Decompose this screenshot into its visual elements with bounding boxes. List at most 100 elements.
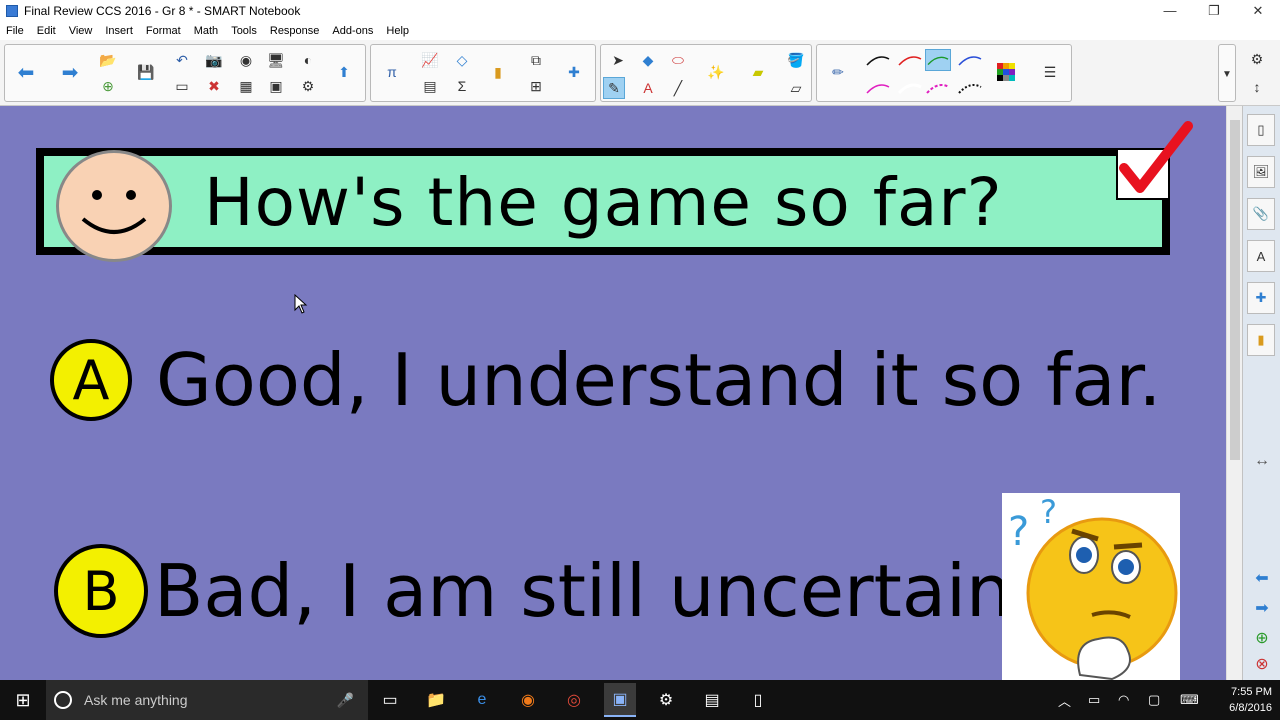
menu-edit[interactable]: Edit (37, 25, 56, 37)
gallery-tab-icon[interactable]: 🖼 (1247, 156, 1275, 188)
pen-style-black-dotted[interactable] (957, 77, 983, 99)
pen-style-white[interactable] (897, 77, 923, 99)
menu-insert[interactable]: Insert (105, 25, 133, 37)
pen-style-blue[interactable] (957, 49, 983, 71)
slide-canvas[interactable]: How's the game so far? A Good, I underst… (0, 106, 1226, 680)
pen-style-magenta[interactable] (865, 77, 891, 99)
screen-capture-icon[interactable]: ⧉ (525, 49, 547, 71)
gallery-icon[interactable]: ◉ (235, 49, 257, 71)
color-palette-icon[interactable] (995, 61, 1017, 83)
menu-tools[interactable]: Tools (231, 25, 257, 37)
minimize-button[interactable]: — (1148, 0, 1192, 21)
pen-type-icon[interactable]: ✏ (827, 61, 849, 83)
system-clock[interactable]: 7:55 PM 6/8/2016 (1229, 684, 1272, 716)
properties-tab-icon[interactable]: A (1247, 240, 1275, 272)
toolbar-group-insert: π 📈 ▤ ◇ Σ ▮ ⧉ ⊞ ✚ (370, 44, 596, 102)
line-style-icon[interactable]: ☰ (1039, 61, 1061, 83)
previous-page-icon[interactable]: ⬅ (1243, 568, 1280, 588)
shape-icon[interactable]: ◇ (451, 49, 473, 71)
forward-arrow-icon[interactable]: ➡ (59, 61, 81, 84)
camera-icon[interactable]: 📷 (203, 49, 225, 71)
pens-icon[interactable]: ✎ (603, 77, 625, 99)
pen-style-magenta-dashed[interactable] (925, 77, 951, 99)
page-sorter-icon[interactable]: ▯ (1247, 114, 1275, 146)
firefox-icon[interactable]: ◉ (514, 686, 542, 714)
highlighter-icon[interactable]: ▰ (747, 61, 769, 83)
pen-style-red[interactable] (897, 49, 923, 71)
close-button[interactable]: ✕ (1236, 0, 1280, 21)
chevron-down-icon[interactable]: ▼ (1216, 63, 1238, 85)
question-banner: How's the game so far? (36, 148, 1170, 262)
smart-notebook-taskbar-icon[interactable]: ▣ (604, 683, 636, 717)
keyboard-icon[interactable]: ⌨ (1180, 680, 1199, 720)
share-icon[interactable]: ⬆ (333, 61, 355, 83)
calculator-icon[interactable]: ▯ (744, 686, 772, 714)
page-add-icon[interactable]: ⊞ (525, 75, 547, 97)
menu-view[interactable]: View (69, 25, 93, 37)
undo-icon[interactable]: ↶ (171, 49, 193, 71)
graph-icon[interactable]: 📈 (419, 49, 441, 71)
pen-style-green-selected[interactable] (925, 49, 951, 71)
table-insert-icon[interactable]: ▤ (419, 75, 441, 97)
select-arrow-icon[interactable]: ➤ (607, 49, 629, 71)
file-explorer-icon[interactable]: 📁 (422, 686, 450, 714)
table-icon[interactable]: ▦ (235, 75, 257, 97)
edge-browser-icon[interactable]: e (468, 686, 496, 714)
task-view-icon[interactable]: ▭ (376, 686, 404, 714)
settings-gear-icon[interactable]: ⚙ (1246, 48, 1268, 70)
properties-icon[interactable]: ⚙ (297, 75, 319, 97)
menu-format[interactable]: Format (146, 25, 181, 37)
text-tool-icon[interactable]: A (637, 77, 659, 99)
menu-response[interactable]: Response (270, 25, 320, 37)
microphone-icon[interactable]: 🎤 (337, 692, 354, 709)
smart-tools-icon[interactable]: ⚙ (652, 686, 680, 714)
open-folder-icon[interactable]: 📂 (97, 49, 119, 71)
line-tool-icon[interactable]: ╱ (667, 77, 689, 99)
eraser-icon[interactable]: ⬭ (667, 49, 689, 71)
magic-pen-icon[interactable]: ✨ (705, 61, 727, 83)
document-camera-icon[interactable]: ▣ (265, 75, 287, 97)
next-page-icon[interactable]: ➡ (1243, 598, 1280, 618)
back-arrow-icon[interactable]: ⬅ (15, 61, 37, 84)
display-icon[interactable]: 🖥 (265, 49, 287, 71)
panel-resize-icon[interactable]: ↔ (1243, 452, 1280, 470)
windows-start-icon[interactable]: ⊞ (0, 680, 46, 720)
smart-recorder-icon[interactable]: ▤ (698, 686, 726, 714)
attachments-icon[interactable]: 📎 (1247, 198, 1275, 230)
battery-icon[interactable]: ▭ (1088, 680, 1100, 720)
shapes-tool-icon[interactable]: ◆ (637, 49, 659, 71)
vertical-scrollbar[interactable] (1226, 106, 1242, 680)
restore-button[interactable]: ❐ (1192, 0, 1236, 21)
menu-help[interactable]: Help (386, 25, 409, 37)
record-icon[interactable]: ◐ (297, 49, 319, 71)
screen-shade-icon[interactable]: ▭ (171, 75, 193, 97)
wifi-icon[interactable]: ◠ (1118, 680, 1129, 720)
cortana-search-box[interactable]: Ask me anything 🎤 (46, 680, 368, 720)
show-hidden-icons[interactable]: ︿ (1058, 680, 1071, 720)
answer-b[interactable]: B Bad, I am still uncertain. (54, 544, 1035, 638)
add-page-side-icon[interactable]: ⊕ (1243, 628, 1280, 648)
save-icon[interactable]: 💾 (135, 61, 157, 83)
question-title: How's the game so far? (204, 164, 1003, 241)
pen-style-black[interactable] (865, 49, 891, 71)
lesson-activity-icon[interactable]: ▮ (487, 61, 509, 83)
delete-icon[interactable]: ✖ (203, 75, 225, 97)
menu-addons[interactable]: Add-ons (332, 25, 373, 37)
fill-icon[interactable]: 🪣 (785, 49, 807, 71)
scrollbar-thumb[interactable] (1230, 120, 1240, 460)
add-page-icon[interactable]: ⊕ (97, 75, 119, 97)
cortana-icon (54, 691, 72, 709)
sigma-icon[interactable]: Σ (451, 75, 473, 97)
math-pi-icon[interactable]: π (381, 61, 403, 83)
menu-file[interactable]: File (6, 25, 24, 37)
delete-page-icon[interactable]: ⊗ (1243, 654, 1280, 674)
chrome-icon[interactable]: ◎ (560, 686, 588, 714)
answer-a[interactable]: A Good, I understand it so far. (50, 338, 1161, 422)
notification-icon[interactable]: ▢ (1148, 680, 1160, 720)
addons-tab-icon[interactable]: ✚ (1247, 282, 1275, 314)
lesson-activity-tab-icon[interactable]: ▮ (1247, 324, 1275, 356)
menu-math[interactable]: Math (194, 25, 218, 37)
addon-puzzle-icon[interactable]: ✚ (563, 61, 585, 83)
toolbar-move-icon[interactable]: ↕ (1246, 76, 1268, 98)
eraser-tool-icon[interactable]: ▱ (785, 77, 807, 99)
